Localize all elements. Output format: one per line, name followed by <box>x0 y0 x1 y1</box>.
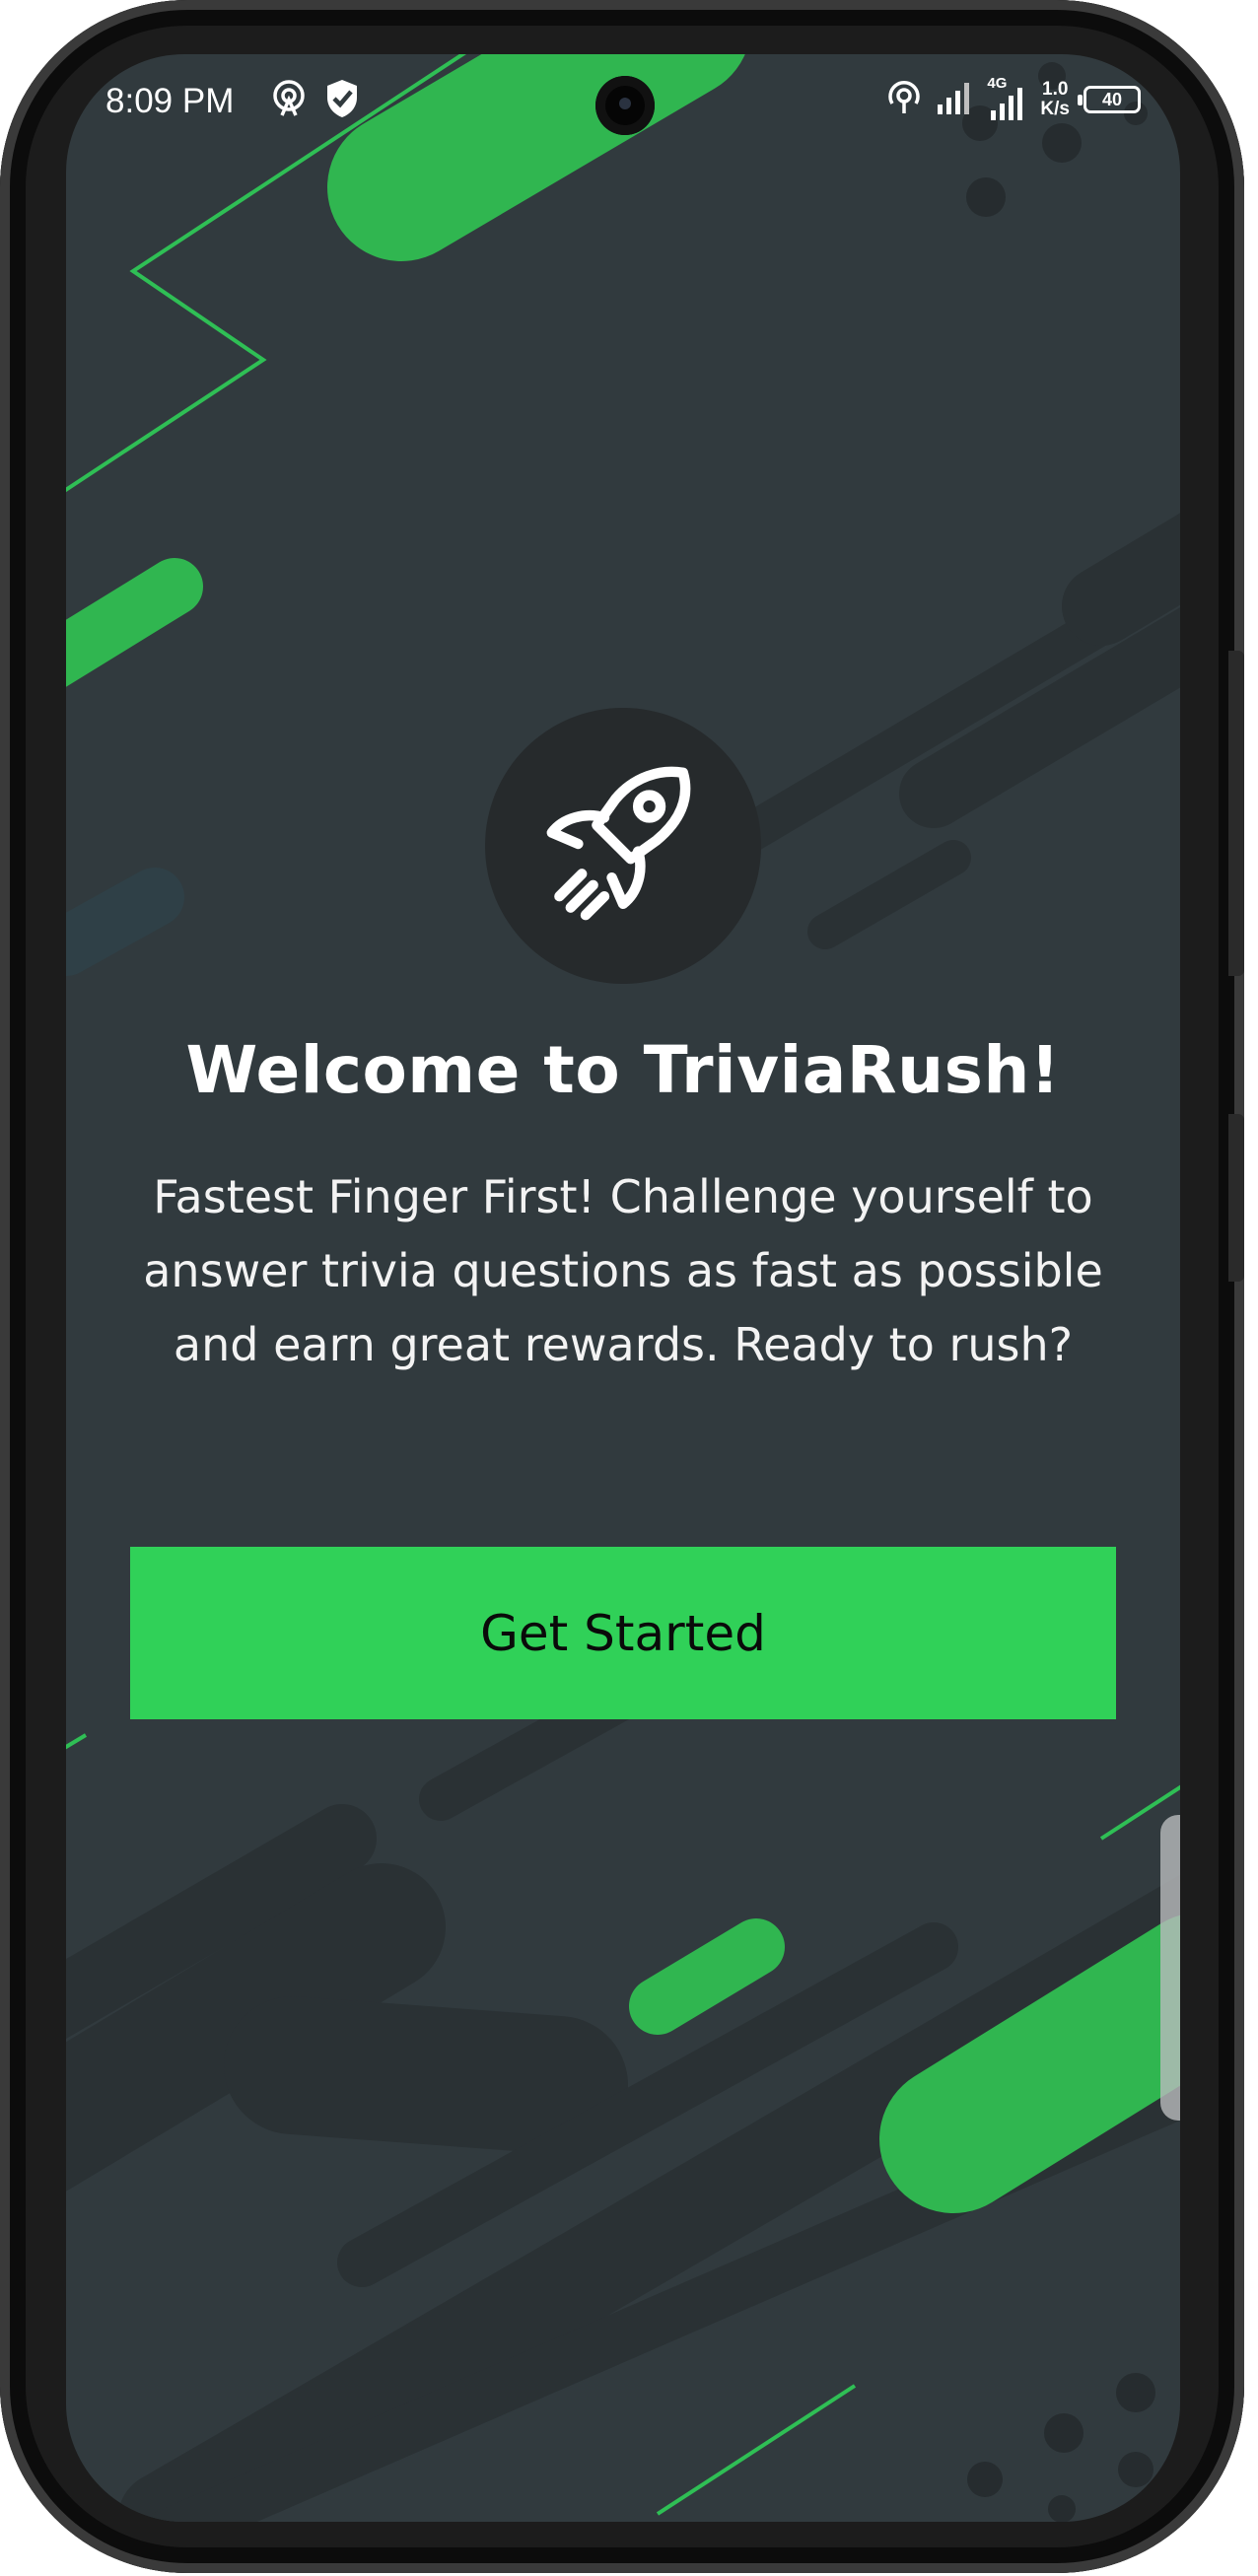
hotspot-icon <box>271 78 307 123</box>
network-speed: 1.0 K/s <box>1040 80 1070 119</box>
battery-icon: 40 <box>1078 86 1141 113</box>
shield-check-icon <box>324 78 360 123</box>
edge-panel-handle[interactable] <box>1160 1815 1180 2121</box>
phone-frame: 8:09 PM 4G 1.0 K/s 40 Welcome to TriviaR… <box>0 0 1244 2573</box>
welcome-title: Welcome to TriviaRush! <box>185 1032 1061 1108</box>
app-screen: 8:09 PM 4G 1.0 K/s 40 Welcome to TriviaR… <box>66 54 1180 2522</box>
status-system-icons: 4G 1.0 K/s 40 <box>886 75 1141 121</box>
signal-icon <box>936 81 973 118</box>
front-camera <box>595 76 655 135</box>
network-speed-unit: K/s <box>1040 99 1070 119</box>
signal-4g-icon: 4G <box>987 75 1026 120</box>
power-button <box>1228 1114 1244 1282</box>
get-started-button[interactable]: Get Started <box>130 1547 1116 1719</box>
network-speed-value: 1.0 <box>1042 79 1069 100</box>
battery-level: 40 <box>1101 89 1123 109</box>
rocket-icon <box>529 750 717 941</box>
status-time: 8:09 PM <box>105 82 235 120</box>
hotspot-icon <box>886 78 922 121</box>
rocket-icon-badge <box>485 708 761 984</box>
welcome-description: Fastest Finger First! Challenge yourself… <box>143 1170 1103 1371</box>
status-notification-icons <box>271 78 360 123</box>
status-bar: 8:09 PM 4G 1.0 K/s 40 <box>66 54 1180 153</box>
volume-button <box>1228 651 1244 976</box>
